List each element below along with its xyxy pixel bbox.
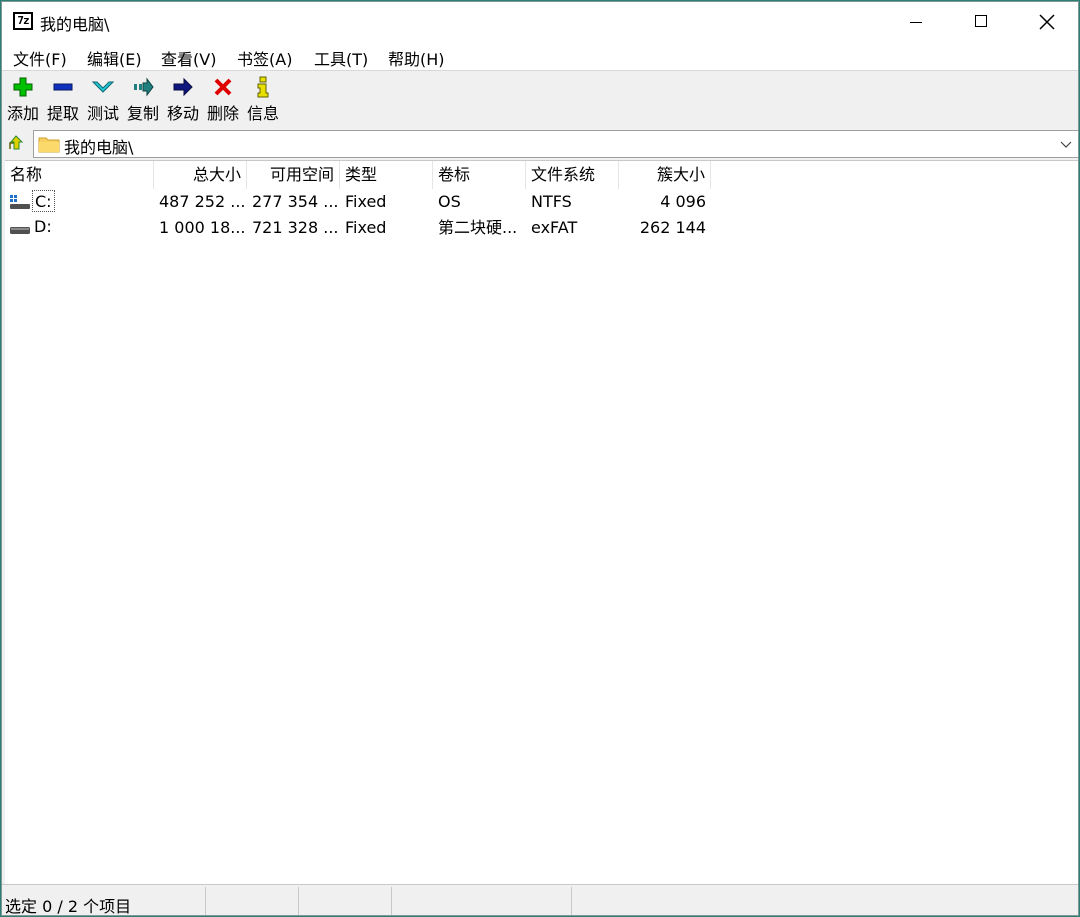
status-bar: 选定 0 / 2 个项目 xyxy=(2,884,1078,916)
drive-name: D: xyxy=(34,217,52,236)
menu-file[interactable]: 文件(F) xyxy=(13,46,67,70)
drive-volume-label: 第二块硬... xyxy=(438,218,518,237)
close-button[interactable] xyxy=(1014,2,1078,42)
address-bar: 我的电脑\ xyxy=(2,128,1078,160)
window-title: 我的电脑\ xyxy=(40,15,110,34)
column-header-cluster-size[interactable]: 簇大小 xyxy=(619,161,711,189)
windows-drive-icon xyxy=(10,195,30,209)
menu-bar: 文件(F) 编辑(E) 查看(V) 书签(A) 工具(T) 帮助(H) xyxy=(2,42,1078,70)
copy-label: 复制 xyxy=(126,104,159,123)
minimize-icon xyxy=(910,22,922,23)
test-label: 测试 xyxy=(86,104,119,123)
folder-icon xyxy=(38,137,60,153)
status-segment xyxy=(299,887,392,915)
plus-icon xyxy=(13,77,33,97)
move-arrow-icon xyxy=(173,77,193,97)
info-button[interactable]: 信息 xyxy=(243,74,283,126)
x-icon xyxy=(214,78,232,96)
drive-name: C: xyxy=(32,190,55,212)
info-icon xyxy=(257,76,269,98)
up-folder-icon[interactable] xyxy=(7,134,25,152)
app-window: 7z 我的电脑\ 文件(F) 编辑(E) 查看(V) 书签(A) 工具(T) 帮… xyxy=(1,1,1079,916)
drive-volume-label: OS xyxy=(438,192,461,211)
app-logo-icon: 7z xyxy=(13,12,33,30)
toolbar: 添加 提取 测试 复制 移动 删除 信息 xyxy=(2,70,1078,128)
menu-view[interactable]: 查看(V) xyxy=(161,46,216,70)
chevron-down-icon[interactable] xyxy=(1060,138,1072,150)
drive-type: Fixed xyxy=(345,192,387,211)
menu-edit[interactable]: 编辑(E) xyxy=(87,46,142,70)
drive-cluster-size: 262 144 xyxy=(639,218,706,237)
add-button[interactable]: 添加 xyxy=(3,74,43,126)
minimize-button[interactable] xyxy=(882,2,948,42)
drive-total-size: 1 000 18... xyxy=(159,218,246,237)
status-selection-text: 选定 0 / 2 个项目 xyxy=(5,897,132,916)
move-label: 移动 xyxy=(166,104,199,123)
address-path: 我的电脑\ xyxy=(64,138,134,157)
table-row[interactable]: D: 1 000 18... 721 328 ... Fixed 第二块硬...… xyxy=(5,215,725,241)
close-icon xyxy=(1039,14,1055,30)
maximize-icon xyxy=(975,15,987,27)
extract-button[interactable]: 提取 xyxy=(43,74,83,126)
status-segment xyxy=(392,887,572,915)
column-header-total-size[interactable]: 总大小 xyxy=(154,161,247,189)
column-header-name[interactable]: 名称 xyxy=(5,161,154,189)
check-chevron-icon xyxy=(92,81,114,93)
column-header-volume-label[interactable]: 卷标 xyxy=(433,161,526,189)
drive-file-system: NTFS xyxy=(531,192,572,211)
delete-label: 删除 xyxy=(206,104,239,123)
column-header-free-space[interactable]: 可用空间 xyxy=(247,161,340,189)
address-combobox[interactable]: 我的电脑\ xyxy=(33,130,1078,158)
file-list[interactable]: 名称 总大小 可用空间 类型 卷标 文件系统 簇大小 C: 487 252 ..… xyxy=(5,160,1078,884)
column-header-file-system[interactable]: 文件系统 xyxy=(526,161,619,189)
minus-icon xyxy=(53,83,73,91)
title-bar[interactable]: 7z 我的电脑\ xyxy=(2,2,1078,42)
drive-cluster-size: 4 096 xyxy=(660,192,706,211)
drive-free-space: 277 354 ... xyxy=(252,192,339,211)
move-button[interactable]: 移动 xyxy=(163,74,203,126)
drive-free-space: 721 328 ... xyxy=(252,218,339,237)
extract-label: 提取 xyxy=(46,104,79,123)
menu-tools[interactable]: 工具(T) xyxy=(314,46,368,70)
menu-bookmarks[interactable]: 书签(A) xyxy=(237,46,292,70)
status-segment-selection: 选定 0 / 2 个项目 xyxy=(2,887,206,916)
add-label: 添加 xyxy=(6,104,39,123)
drive-file-system: exFAT xyxy=(531,218,578,237)
hard-drive-icon xyxy=(10,227,30,234)
table-row[interactable]: C: 487 252 ... 277 354 ... Fixed OS NTFS… xyxy=(5,189,725,215)
status-segment xyxy=(206,887,299,915)
test-button[interactable]: 测试 xyxy=(83,74,123,126)
menu-help[interactable]: 帮助(H) xyxy=(388,46,445,70)
drive-total-size: 487 252 ... xyxy=(159,192,246,211)
delete-button[interactable]: 删除 xyxy=(203,74,243,126)
copy-arrow-icon xyxy=(134,77,154,97)
info-label: 信息 xyxy=(246,104,279,123)
drive-type: Fixed xyxy=(345,218,387,237)
maximize-button[interactable] xyxy=(949,2,1015,42)
copy-button[interactable]: 复制 xyxy=(123,74,163,126)
column-header-type[interactable]: 类型 xyxy=(340,161,433,189)
